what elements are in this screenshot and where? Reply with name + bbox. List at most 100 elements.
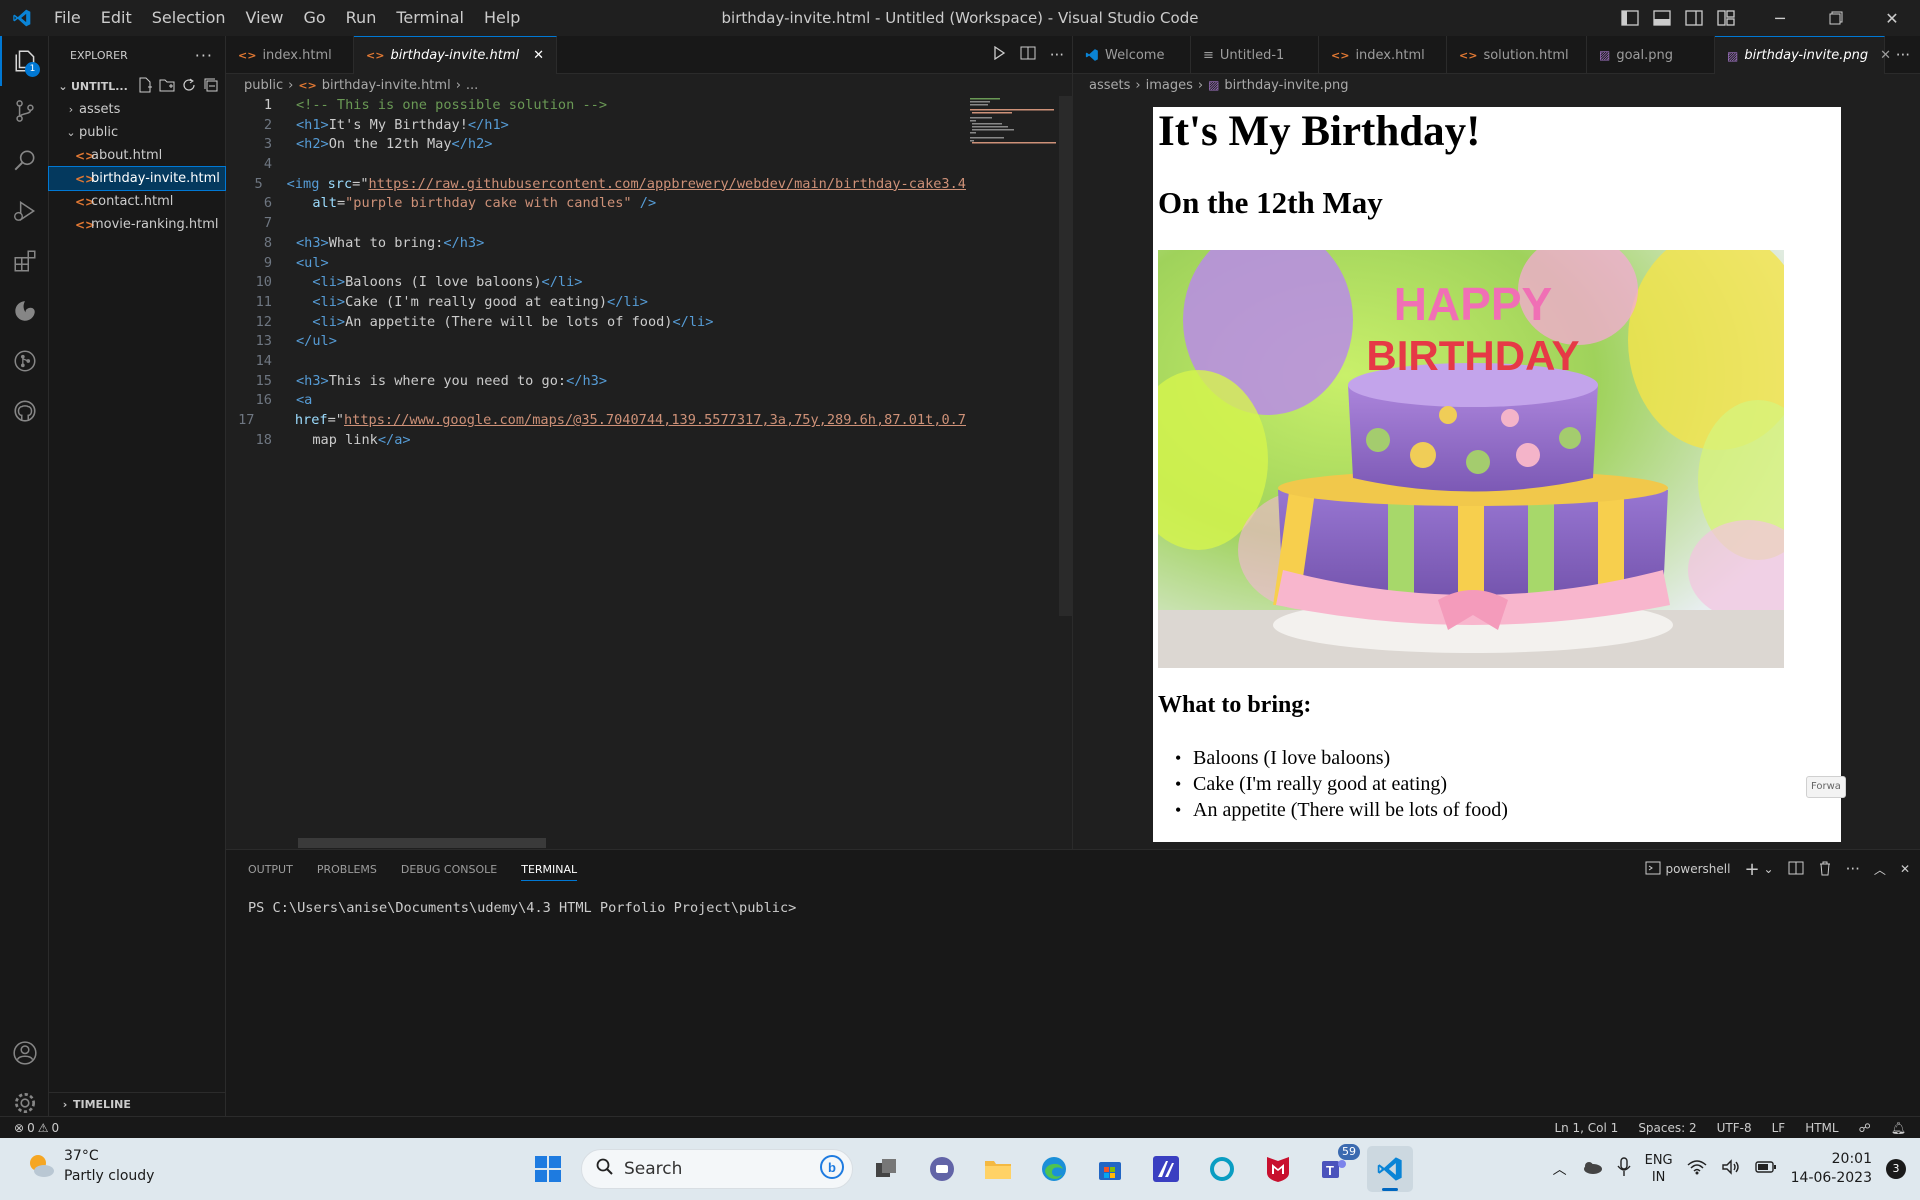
gitlens-icon[interactable] <box>0 336 49 386</box>
minimize-icon[interactable]: ─ <box>1752 0 1808 36</box>
tab-debug-console[interactable]: DEBUG CONSOLE <box>401 863 497 876</box>
tree-folder-public[interactable]: ⌄ public <box>49 121 225 144</box>
notification-center-badge[interactable]: 3 <box>1886 1159 1906 1179</box>
input-language[interactable]: ENG IN <box>1645 1152 1673 1186</box>
toggle-primary-sidebar-icon[interactable] <box>1614 0 1646 36</box>
github-icon[interactable] <box>0 386 49 436</box>
menu-terminal[interactable]: Terminal <box>386 0 474 36</box>
refresh-icon[interactable] <box>181 77 197 96</box>
run-icon[interactable] <box>992 45 1006 64</box>
encoding[interactable]: UTF-8 <box>1717 1121 1752 1135</box>
explorer-icon[interactable]: 1 <box>0 36 49 86</box>
code-editor[interactable]: 1 <!-- This is one possible solution --> … <box>226 96 966 836</box>
file-explorer-icon[interactable] <box>975 1146 1021 1192</box>
cortana-icon[interactable] <box>1199 1146 1245 1192</box>
end-of-line[interactable]: LF <box>1772 1121 1786 1135</box>
weather-widget[interactable]: 37°C Partly cloudy <box>26 1146 154 1186</box>
new-file-icon[interactable] <box>137 77 153 96</box>
problems-status[interactable]: ⊗ 0 ⚠ 0 <box>0 1121 59 1135</box>
breadcrumb-item[interactable]: ... <box>466 78 478 93</box>
edge-browser-icon[interactable] <box>1031 1146 1077 1192</box>
search-icon[interactable] <box>0 136 49 186</box>
vertical-scrollbar[interactable] <box>1059 96 1073 616</box>
more-actions-icon[interactable]: ··· <box>1846 860 1860 878</box>
horizontal-scrollbar[interactable] <box>298 838 546 848</box>
tree-file-movie-ranking[interactable]: <> movie-ranking.html <box>49 213 225 236</box>
app-icon[interactable] <box>1143 1146 1189 1192</box>
onedrive-icon[interactable] <box>1581 1159 1603 1179</box>
tab-untitled-1[interactable]: ≡ Untitled-1 <box>1191 36 1319 74</box>
split-editor-icon[interactable] <box>1020 46 1036 64</box>
tree-file-birthday-invite[interactable]: <> birthday-invite.html <box>48 166 226 191</box>
code-link[interactable]: https://raw.githubusercontent.com/appbre… <box>369 176 966 192</box>
menu-file[interactable]: File <box>44 0 91 36</box>
close-tab-icon[interactable]: ✕ <box>533 48 544 63</box>
new-terminal-icon[interactable]: + <box>1744 859 1759 880</box>
minimap[interactable] <box>966 96 1058 836</box>
start-button[interactable] <box>525 1146 571 1192</box>
breadcrumb-item[interactable]: public <box>244 78 283 93</box>
timeline-section-header[interactable]: › TIMELINE <box>49 1092 226 1116</box>
kill-terminal-trash-icon[interactable] <box>1818 860 1832 879</box>
extensions-icon[interactable] <box>0 236 49 286</box>
tab-goal-png[interactable]: ▨ goal.png <box>1587 36 1715 74</box>
tab-birthday-invite-png[interactable]: ▨ birthday-invite.png ✕ <box>1715 36 1891 74</box>
split-terminal-icon[interactable] <box>1788 861 1804 878</box>
feedback-icon[interactable]: ☍ <box>1859 1121 1871 1135</box>
microsoft-store-icon[interactable] <box>1087 1146 1133 1192</box>
breadcrumb-item[interactable]: birthday-invite.png <box>1224 78 1348 93</box>
image-preview[interactable]: It's My Birthday! On the 12th May HAPPY … <box>1153 107 1841 842</box>
new-folder-icon[interactable] <box>159 77 175 96</box>
tab-index-html[interactable]: <> index.html <box>226 36 354 74</box>
close-tab-icon[interactable]: ✕ <box>1880 48 1891 63</box>
mcafee-icon[interactable] <box>1255 1146 1301 1192</box>
close-window-icon[interactable]: ✕ <box>1864 0 1920 36</box>
task-view-icon[interactable] <box>863 1146 909 1192</box>
cursor-position[interactable]: Ln 1, Col 1 <box>1554 1121 1618 1135</box>
indentation[interactable]: Spaces: 2 <box>1638 1121 1696 1135</box>
toggle-secondary-sidebar-icon[interactable] <box>1678 0 1710 36</box>
vscode-taskbar-icon[interactable] <box>1367 1146 1413 1192</box>
notifications-bell-icon[interactable]: 🔔︎ <box>1891 1121 1906 1135</box>
edge-devtools-icon[interactable] <box>0 286 49 336</box>
more-actions-icon[interactable]: ··· <box>1050 46 1064 64</box>
accounts-icon[interactable] <box>0 1028 49 1078</box>
terminal-prompt[interactable]: PS C:\Users\anise\Documents\udemy\4.3 HT… <box>248 900 796 916</box>
wifi-icon[interactable] <box>1687 1159 1707 1179</box>
breadcrumb-item[interactable]: images <box>1146 78 1193 93</box>
tree-folder-assets[interactable]: › assets <box>49 98 225 121</box>
breadcrumb-item[interactable]: assets <box>1089 78 1130 93</box>
tab-solution-html[interactable]: <> solution.html <box>1447 36 1587 74</box>
teams-chat-icon[interactable] <box>919 1146 965 1192</box>
menu-selection[interactable]: Selection <box>142 0 236 36</box>
menu-help[interactable]: Help <box>474 0 530 36</box>
customize-layout-icon[interactable] <box>1710 0 1742 36</box>
menu-edit[interactable]: Edit <box>91 0 142 36</box>
code-link[interactable]: https://www.google.com/maps/@35.7040744,… <box>344 412 966 428</box>
menu-go[interactable]: Go <box>293 0 335 36</box>
show-hidden-icons-chevron-icon[interactable]: ︿ <box>1553 1159 1567 1179</box>
tree-file-about[interactable]: <> about.html <box>49 144 225 167</box>
tab-birthday-invite-html[interactable]: <> birthday-invite.html ✕ <box>354 36 558 74</box>
battery-icon[interactable] <box>1754 1160 1777 1178</box>
microphone-icon[interactable] <box>1617 1157 1631 1181</box>
run-debug-icon[interactable] <box>0 186 49 236</box>
tab-index-html[interactable]: <> index.html <box>1319 36 1447 74</box>
volume-icon[interactable] <box>1721 1159 1741 1179</box>
tab-welcome[interactable]: Welcome <box>1073 36 1191 74</box>
tab-terminal[interactable]: TERMINAL <box>521 863 578 881</box>
tab-output[interactable]: OUTPUT <box>248 863 293 876</box>
more-actions-icon[interactable]: ··· <box>1896 36 1910 74</box>
menu-run[interactable]: Run <box>336 0 387 36</box>
taskbar-search-input[interactable]: Search b <box>581 1149 853 1189</box>
language-mode[interactable]: HTML <box>1805 1121 1838 1135</box>
more-actions-icon[interactable]: ··· <box>195 46 213 65</box>
tab-problems[interactable]: PROBLEMS <box>317 863 377 876</box>
collapse-all-icon[interactable] <box>203 77 219 96</box>
restore-icon[interactable] <box>1808 0 1864 36</box>
chevron-down-icon[interactable]: ⌄ <box>1764 862 1774 876</box>
close-panel-icon[interactable]: ✕ <box>1900 862 1910 876</box>
maximize-panel-icon[interactable]: ︿ <box>1874 861 1886 878</box>
workspace-section-header[interactable]: ⌄ UNTITL... <box>49 74 225 98</box>
source-control-icon[interactable] <box>0 86 49 136</box>
